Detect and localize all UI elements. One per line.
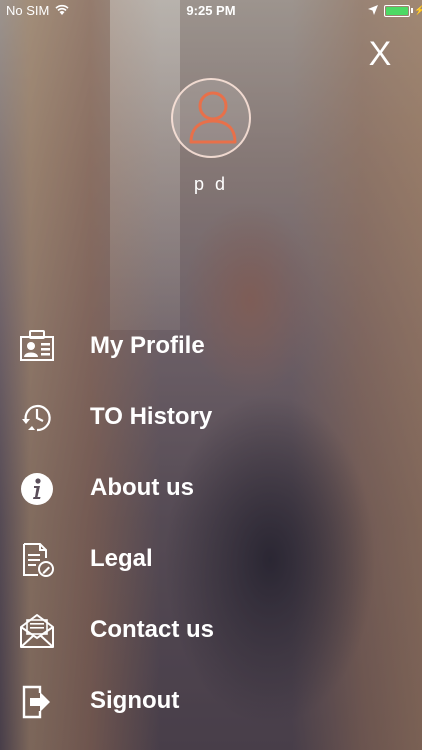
- menu-item-label: Contact us: [90, 616, 215, 643]
- menu-item-about-us[interactable]: About us: [0, 456, 422, 516]
- info-icon: [21, 473, 53, 505]
- battery-icon: [384, 5, 410, 17]
- user-name: p d: [193, 174, 229, 194]
- document-edit-icon: [23, 543, 54, 577]
- menu-item-signout[interactable]: Signout: [0, 669, 422, 729]
- signout-icon: [22, 685, 50, 719]
- background-window: [110, 0, 180, 330]
- user-placeholder-icon: [189, 91, 237, 144]
- close-button[interactable]: X: [362, 34, 398, 74]
- menu-item-legal[interactable]: Legal: [0, 527, 422, 587]
- menu-item-label: Signout: [90, 687, 180, 714]
- menu-item-contact-us[interactable]: Contact us: [0, 598, 422, 658]
- battery-cap: [411, 8, 413, 13]
- menu-item-my-profile[interactable]: My Profile: [0, 314, 422, 374]
- envelope-icon: [20, 614, 54, 648]
- menu-item-label: About us: [90, 474, 194, 501]
- status-time: 9:25 PM: [186, 3, 236, 18]
- location-arrow-icon: [368, 5, 378, 15]
- menu-item-label: Legal: [90, 545, 153, 572]
- avatar[interactable]: [171, 78, 251, 158]
- id-card-icon: [20, 330, 54, 361]
- menu-item-label: My Profile: [90, 332, 205, 359]
- charging-bolt-icon: ⚡: [414, 5, 422, 15]
- menu-item-to-history[interactable]: TO History: [0, 385, 422, 445]
- menu-item-label: TO History: [90, 403, 213, 430]
- status-bar: No SIM 9:25 PM ⚡: [0, 0, 422, 22]
- clock-history-icon: [22, 404, 51, 432]
